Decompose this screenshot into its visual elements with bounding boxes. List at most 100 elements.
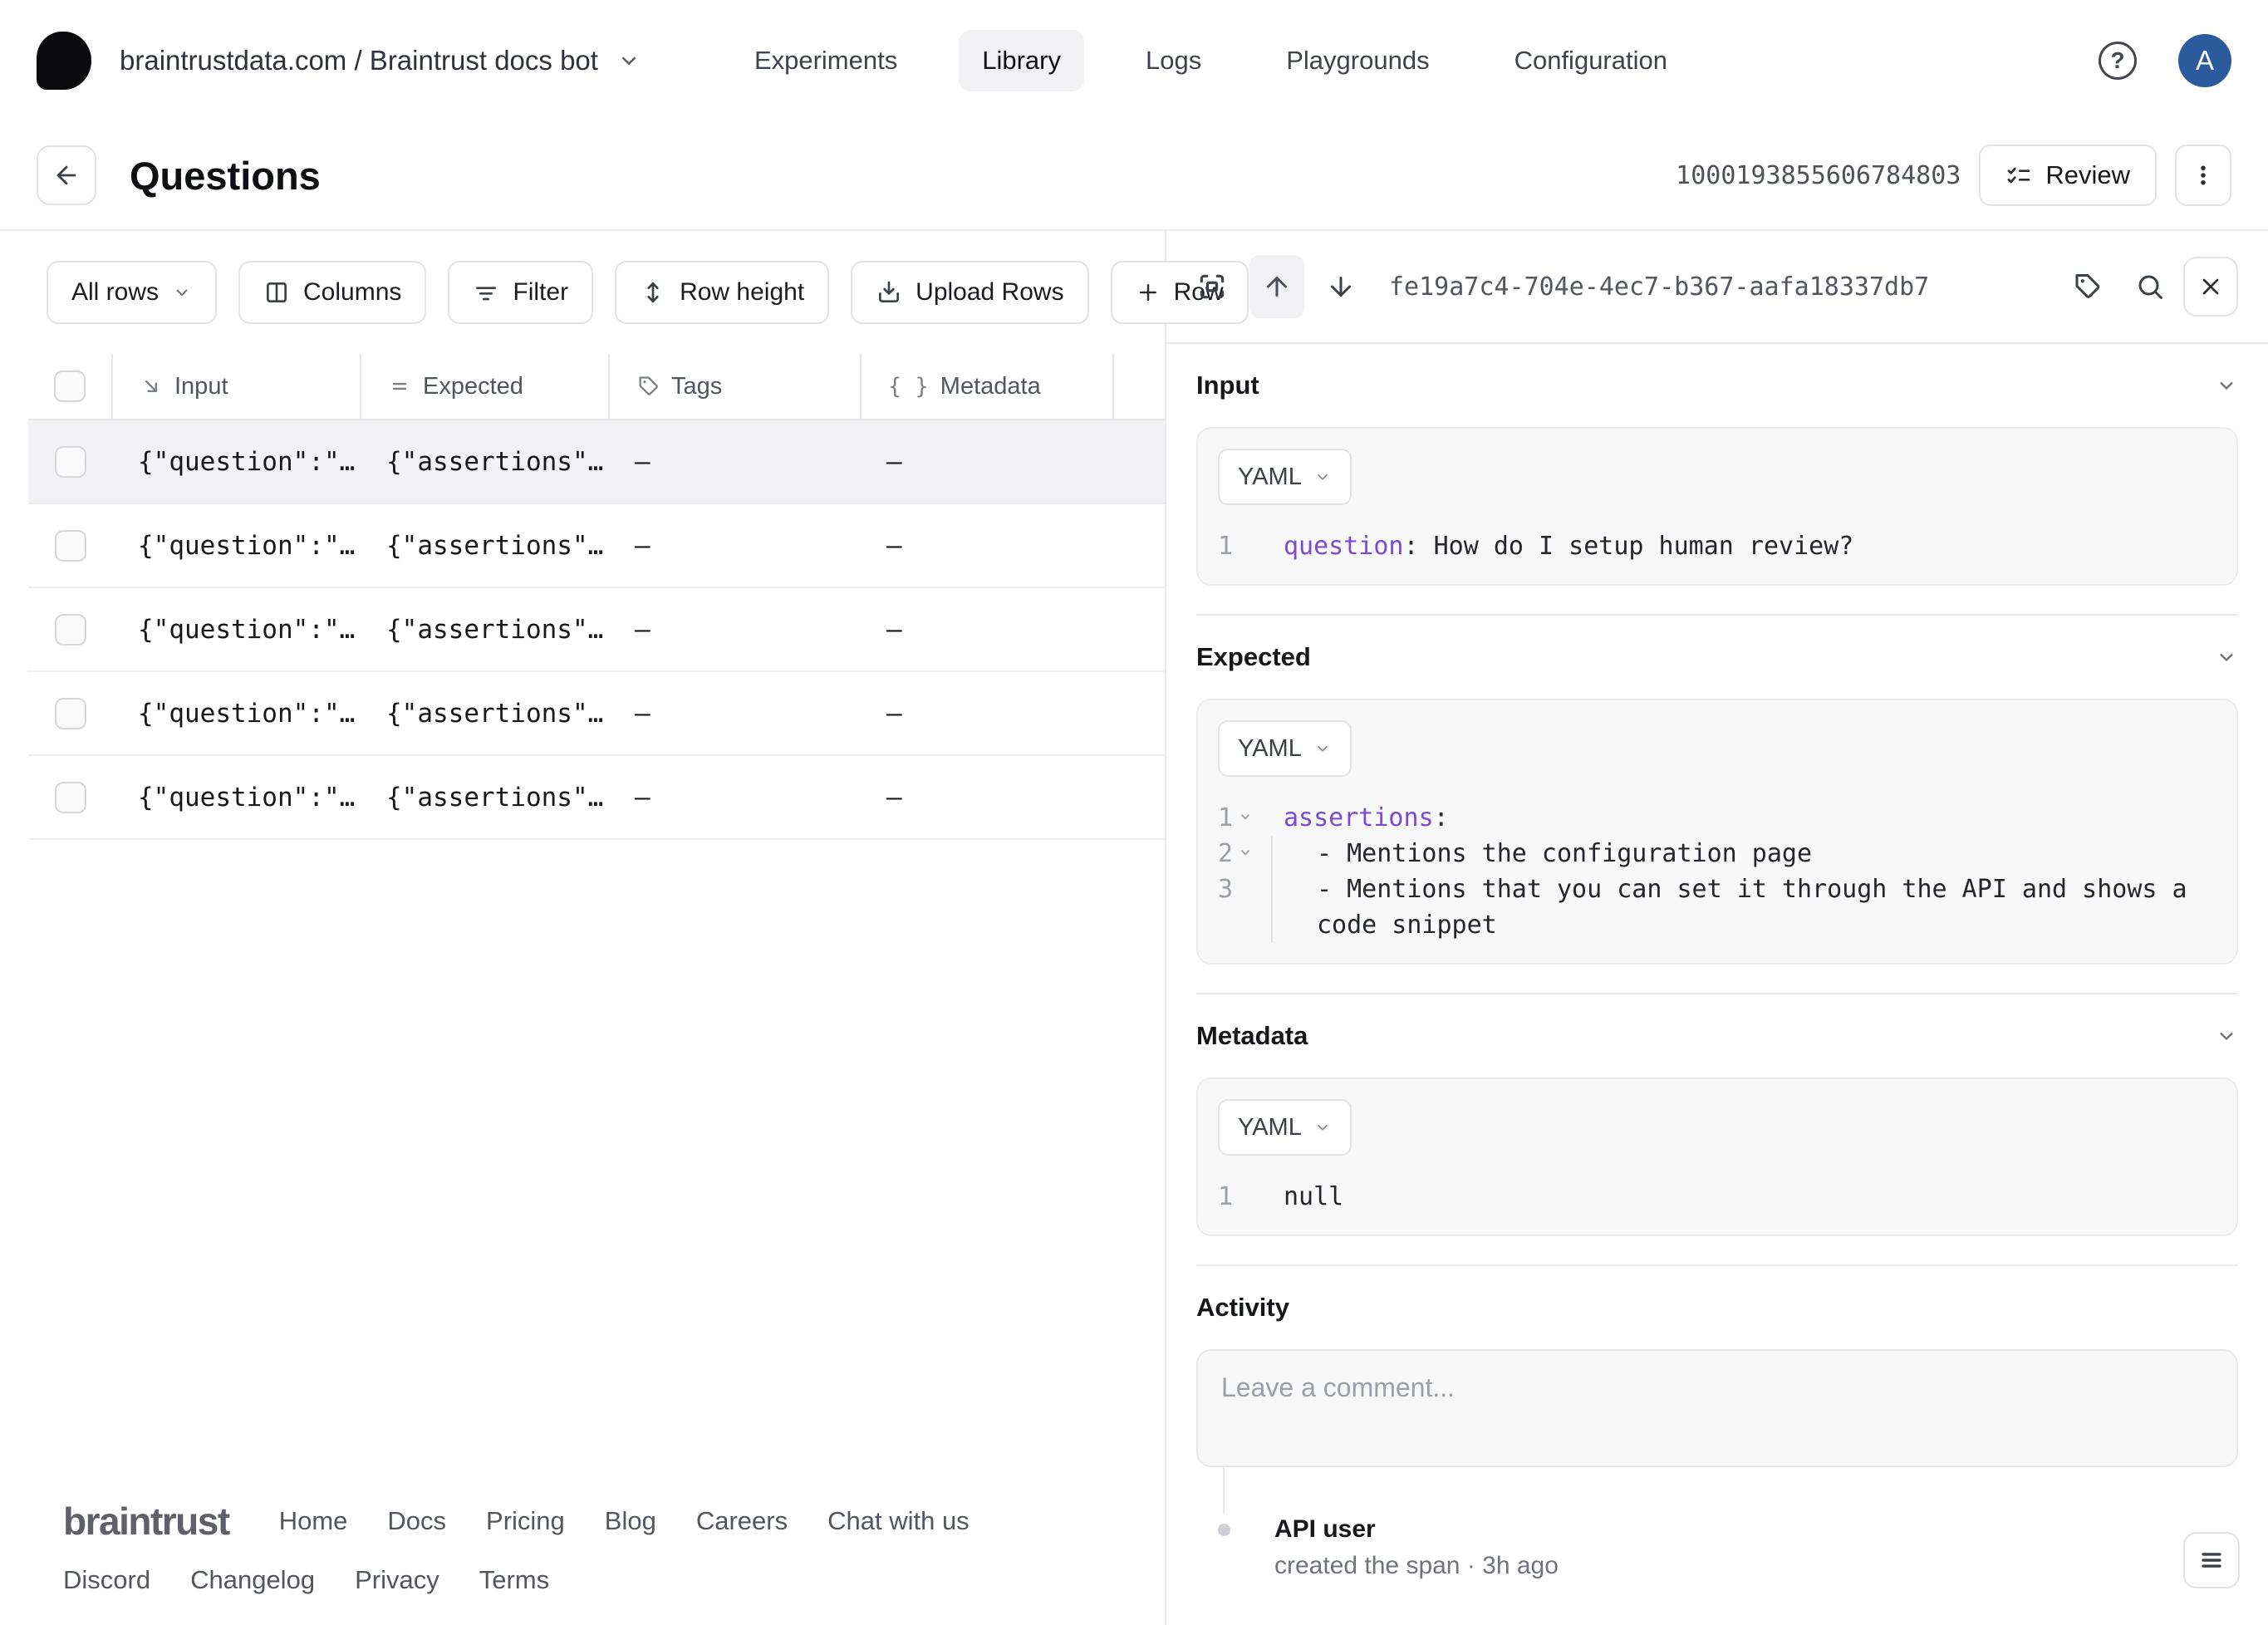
row-height-label: Row height xyxy=(680,278,805,306)
event-description: created the span · 3h ago xyxy=(1274,1552,1559,1579)
footer-link-terms[interactable]: Terms xyxy=(479,1565,549,1595)
table-row[interactable]: {"question":"… {"assertions"… – – xyxy=(28,672,1165,756)
expected-code: 1 assertions: 2 - Mentions the configura… xyxy=(1218,800,2216,943)
cell-expected: {"assertions"… xyxy=(386,614,604,645)
footer: braintrust Home Docs Pricing Blog Career… xyxy=(0,1499,1165,1625)
column-header-metadata[interactable]: { } Metadata xyxy=(862,354,1114,419)
metadata-card: YAML 1 null xyxy=(1196,1078,2238,1236)
metadata-section: Metadata YAML 1 null xyxy=(1196,993,2238,1264)
nav-tab-playgrounds[interactable]: Playgrounds xyxy=(1263,30,1452,91)
metadata-code: 1 null xyxy=(1218,1179,2216,1215)
column-label: Input xyxy=(174,372,228,400)
breadcrumb-label: braintrustdata.com / Braintrust docs bot xyxy=(120,45,598,76)
arrow-left-icon xyxy=(52,161,81,189)
timeline-dot-icon xyxy=(1218,1524,1230,1536)
collapse-chevron-icon[interactable] xyxy=(2215,646,2238,669)
nav-tab-experiments[interactable]: Experiments xyxy=(731,30,920,91)
search-icon[interactable] xyxy=(2135,272,2165,302)
upload-rows-button[interactable]: Upload Rows xyxy=(851,261,1089,324)
footer-link-home[interactable]: Home xyxy=(279,1506,348,1536)
cell-expected: {"assertions"… xyxy=(386,782,604,812)
footer-link-docs[interactable]: Docs xyxy=(387,1506,446,1536)
main-area: All rows Columns Filter Row height Uploa… xyxy=(0,231,2268,1625)
event-user: API user xyxy=(1274,1515,1376,1543)
cell-tags: – xyxy=(635,446,650,477)
table-toolbar: All rows Columns Filter Row height Uploa… xyxy=(0,231,1249,354)
footer-link-privacy[interactable]: Privacy xyxy=(355,1565,439,1595)
footer-link-changelog[interactable]: Changelog xyxy=(190,1565,315,1595)
dataset-id: 1000193855606784803 xyxy=(1676,160,1961,190)
help-icon[interactable]: ? xyxy=(2099,42,2137,80)
select-all-checkbox[interactable] xyxy=(54,371,86,402)
row-checkbox[interactable] xyxy=(55,613,86,646)
row-check-cell xyxy=(28,613,113,646)
nav-tab-configuration[interactable]: Configuration xyxy=(1491,30,1691,91)
column-header-input[interactable]: Input xyxy=(113,354,361,419)
next-row-button[interactable] xyxy=(1326,272,1356,302)
column-header-tags[interactable]: Tags xyxy=(610,354,862,419)
dataset-panel: All rows Columns Filter Row height Uploa… xyxy=(0,231,1249,1625)
line-number: 3 xyxy=(1218,875,1234,904)
nav-tab-library[interactable]: Library xyxy=(959,30,1084,91)
prev-row-button[interactable] xyxy=(1249,255,1304,318)
row-checkbox[interactable] xyxy=(55,697,86,729)
upload-rows-label: Upload Rows xyxy=(916,278,1064,306)
cell-input: {"question":"… xyxy=(138,698,356,729)
row-checkbox[interactable] xyxy=(55,781,86,813)
yaml-value: null xyxy=(1284,1182,1344,1211)
fold-chevron-icon[interactable] xyxy=(1238,845,1253,860)
back-button[interactable] xyxy=(37,145,96,205)
yaml-key: assertions xyxy=(1284,803,1434,832)
yaml-list-item: - Mentions that you can set it through t… xyxy=(1271,871,2216,943)
footer-link-careers[interactable]: Careers xyxy=(696,1506,788,1536)
format-dropdown[interactable]: YAML xyxy=(1218,720,1352,777)
review-button[interactable]: Review xyxy=(1979,145,2157,206)
collapse-chevron-icon[interactable] xyxy=(2215,374,2238,397)
cell-input: {"question":"… xyxy=(138,614,356,645)
top-nav: braintrustdata.com / Braintrust docs bot… xyxy=(0,0,2268,121)
row-checkbox[interactable] xyxy=(55,529,86,562)
fold-chevron-icon[interactable] xyxy=(1238,809,1253,824)
filter-button[interactable]: Filter xyxy=(448,261,594,324)
detail-toolbar: fe19a7c4-704e-4ec7-b367-aafa18337db7 xyxy=(1166,231,2268,344)
nav-tab-logs[interactable]: Logs xyxy=(1122,30,1225,91)
avatar[interactable]: A xyxy=(2178,34,2231,87)
footer-link-discord[interactable]: Discord xyxy=(63,1565,150,1595)
table-row[interactable]: {"question":"… {"assertions"… – – xyxy=(28,756,1165,840)
dataset-table: Input Expected Tags { } Metadata {"quest… xyxy=(28,354,1165,840)
tag-icon[interactable] xyxy=(2072,272,2102,302)
breadcrumb[interactable]: braintrustdata.com / Braintrust docs bot xyxy=(120,45,641,76)
expected-card: YAML 1 assertions: 2 - Mentions the conf… xyxy=(1196,699,2238,965)
panel-menu-button[interactable] xyxy=(2183,1532,2240,1588)
comment-input[interactable] xyxy=(1196,1349,2238,1467)
rows-filter-dropdown[interactable]: All rows xyxy=(47,261,218,324)
review-label: Review xyxy=(2045,160,2130,189)
table-row[interactable]: {"question":"… {"assertions"… – – xyxy=(28,420,1165,504)
row-checkbox[interactable] xyxy=(55,445,86,478)
close-button[interactable] xyxy=(2183,257,2238,317)
row-check-cell xyxy=(28,781,113,813)
more-options-button[interactable] xyxy=(2175,145,2231,206)
cell-metadata: – xyxy=(886,614,902,645)
format-dropdown[interactable]: YAML xyxy=(1218,449,1352,505)
footer-link-pricing[interactable]: Pricing xyxy=(486,1506,565,1536)
columns-button[interactable]: Columns xyxy=(238,261,427,324)
expand-icon[interactable] xyxy=(1196,271,1228,302)
activity-event: API user created the span · 3h ago xyxy=(1196,1467,2238,1580)
rows-filter-label: All rows xyxy=(71,278,160,306)
collapse-chevron-icon[interactable] xyxy=(2215,1024,2238,1048)
footer-link-blog[interactable]: Blog xyxy=(605,1506,656,1536)
yaml-list: 2 - Mentions the configuration page 3 - … xyxy=(1218,836,2216,943)
cell-tags: – xyxy=(635,530,650,561)
page-header-right: 1000193855606784803 Review xyxy=(1676,145,2231,206)
footer-link-chat[interactable]: Chat with us xyxy=(827,1506,970,1536)
format-dropdown[interactable]: YAML xyxy=(1218,1099,1352,1156)
upload-icon xyxy=(876,279,902,306)
column-header-expected[interactable]: Expected xyxy=(361,354,610,419)
input-section-title: Input xyxy=(1196,371,1259,400)
cell-tags: – xyxy=(635,698,650,729)
table-row[interactable]: {"question":"… {"assertions"… – – xyxy=(28,588,1165,672)
table-row[interactable]: {"question":"… {"assertions"… – – xyxy=(28,504,1165,588)
row-height-button[interactable]: Row height xyxy=(615,261,830,324)
yaml-list-item: - Mentions the configuration page xyxy=(1271,836,1812,871)
